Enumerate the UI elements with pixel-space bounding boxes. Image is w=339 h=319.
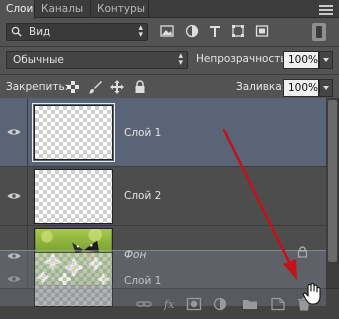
fill-label: Заливка: <box>236 81 286 93</box>
opacity-dropdown-button[interactable] <box>319 51 333 69</box>
hand-cursor-icon <box>302 283 321 305</box>
adjustment-filter-icon[interactable] <box>185 24 199 38</box>
layer-row-sloy-1[interactable]: Слой 1 <box>0 98 326 167</box>
tab-layers-label: Слои <box>6 3 34 15</box>
eye-icon <box>7 129 21 135</box>
lock-position-move-icon[interactable] <box>110 80 124 94</box>
drag-ghost-layer: Слой 1 <box>0 250 326 307</box>
layer-row-sloy-2[interactable]: Слой 2 <box>0 167 326 226</box>
lock-pixels-brush-icon[interactable] <box>88 80 102 94</box>
filter-kind-label: Вид <box>29 26 51 38</box>
chevron-updown-icon: ▴ ▾ <box>138 23 143 40</box>
divider <box>0 46 339 47</box>
layers-panel: Слои Каналы Контуры Вид ▴▾ Обычные ▴▾ <box>0 0 339 319</box>
scrollbar-thumb[interactable] <box>328 100 337 262</box>
eye-icon <box>7 193 21 199</box>
layer-name[interactable]: Слой 1 <box>124 127 161 139</box>
divider <box>0 74 339 75</box>
tab-layers[interactable]: Слои <box>0 0 35 19</box>
smart-object-filter-icon[interactable] <box>255 24 269 38</box>
visibility-toggle[interactable] <box>0 98 28 166</box>
fill-dropdown-button[interactable] <box>319 79 333 97</box>
tab-paths-label: Контуры <box>97 3 146 15</box>
lock-transparency-icon[interactable] <box>66 80 80 94</box>
type-filter-icon[interactable] <box>208 24 222 38</box>
layers-scrollbar[interactable] <box>326 98 339 288</box>
fill-input[interactable]: 100% <box>283 79 319 97</box>
panel-menu-icon[interactable] <box>319 5 333 17</box>
opacity-input[interactable]: 100% <box>283 51 319 69</box>
lock-all-icon[interactable] <box>133 80 147 94</box>
drag-ghost-thumbnail <box>34 252 113 307</box>
chevron-updown-icon: ▴ ▾ <box>178 51 183 68</box>
tab-paths[interactable]: Контуры <box>91 0 149 18</box>
layer-thumbnail <box>34 169 113 224</box>
tab-channels[interactable]: Каналы <box>35 0 91 18</box>
image-filter-icon[interactable] <box>160 24 174 38</box>
visibility-toggle[interactable] <box>0 167 28 225</box>
filter-kind-select[interactable]: Вид ▴ ▾ <box>6 23 148 41</box>
lock-label: Закрепить: <box>6 81 69 93</box>
blend-mode-select[interactable]: Обычные ▴ ▾ <box>6 51 188 69</box>
search-icon <box>11 26 22 37</box>
drag-ghost-name: Слой 1 <box>124 275 162 287</box>
layer-name[interactable]: Слой 2 <box>124 190 161 202</box>
blend-mode-label: Обычные <box>13 54 64 66</box>
layer-thumbnail <box>32 103 115 162</box>
filter-toggle-switch[interactable] <box>312 23 326 41</box>
tab-channels-label: Каналы <box>41 3 84 15</box>
opacity-label: Непрозрачность: <box>196 53 291 65</box>
eye-icon <box>7 276 21 282</box>
panel-tab-bar: Слои Каналы Контуры <box>0 0 339 19</box>
shape-filter-icon[interactable] <box>231 24 245 38</box>
